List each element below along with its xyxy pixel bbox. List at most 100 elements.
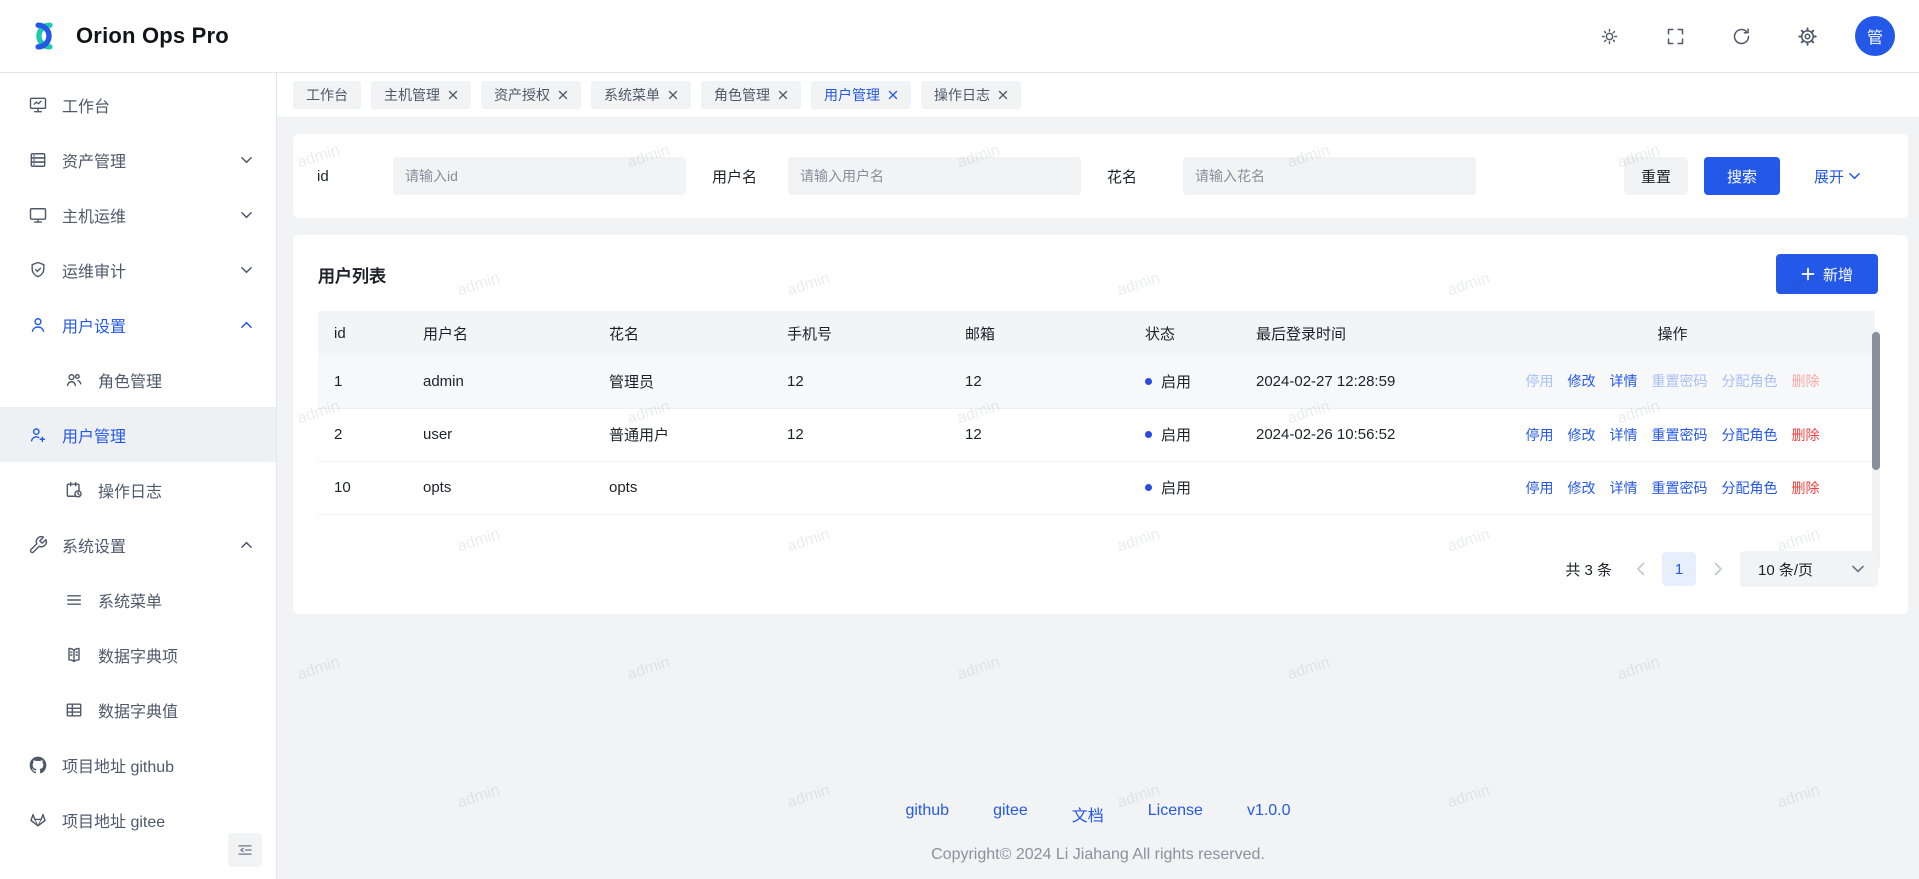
tab-label: 工作台	[306, 85, 348, 105]
id-input[interactable]	[393, 157, 686, 195]
disable-link[interactable]: 停用	[1526, 425, 1554, 445]
col-phone: 手机号	[771, 311, 949, 355]
tab-asset-authorization[interactable]: 资产授权	[481, 81, 581, 109]
tab-role-management[interactable]: 角色管理	[701, 81, 801, 109]
user-avatar[interactable]: 管	[1855, 16, 1895, 56]
sidebar-collapse-button[interactable]	[228, 833, 262, 867]
sidebar-item-label: 用户管理	[62, 423, 126, 447]
col-nickname: 花名	[593, 311, 771, 355]
logo-icon	[24, 16, 64, 56]
detail-link[interactable]: 详情	[1610, 371, 1638, 391]
refresh-icon[interactable]	[1723, 18, 1759, 54]
cell-phone: 12	[771, 355, 949, 408]
pagination-total: 共 3 条	[1565, 559, 1612, 580]
close-icon[interactable]	[668, 90, 678, 100]
tab-host-management[interactable]: 主机管理	[371, 81, 471, 109]
close-icon[interactable]	[998, 90, 1008, 100]
sidebar-item-label: 操作日志	[98, 478, 162, 502]
username-field-label: 用户名	[712, 166, 788, 187]
table-icon	[64, 700, 84, 720]
table-row: 10 opts opts 启用 停用 修改 详情 重置密码	[318, 461, 1875, 514]
nickname-input[interactable]	[1183, 157, 1476, 195]
disable-link[interactable]: 停用	[1526, 371, 1554, 391]
sidebar-item-system-menu[interactable]: 系统菜单	[0, 572, 276, 627]
disable-link[interactable]: 停用	[1526, 478, 1554, 498]
sidebar-item-audit[interactable]: 运维审计	[0, 242, 276, 297]
close-icon[interactable]	[778, 90, 788, 100]
tab-operation-log[interactable]: 操作日志	[921, 81, 1021, 109]
close-icon[interactable]	[888, 90, 898, 100]
footer-link-github[interactable]: github	[905, 802, 949, 826]
detail-link[interactable]: 详情	[1610, 425, 1638, 445]
reset-password-link[interactable]: 重置密码	[1652, 371, 1708, 391]
tab-workbench[interactable]: 工作台	[293, 81, 361, 109]
reset-password-link[interactable]: 重置密码	[1652, 425, 1708, 445]
sidebar-item-assets[interactable]: 资产管理	[0, 132, 276, 187]
expand-toggle[interactable]: 展开	[1814, 166, 1860, 187]
header-actions: 管	[1591, 16, 1895, 56]
page-number-1[interactable]: 1	[1662, 552, 1696, 586]
edit-link[interactable]: 修改	[1568, 371, 1596, 391]
user-list-card: 用户列表 新增 id 用户名 花名 手机号 邮箱	[293, 235, 1908, 614]
delete-link[interactable]: 删除	[1792, 371, 1820, 391]
assign-role-link[interactable]: 分配角色	[1722, 478, 1778, 498]
edit-link[interactable]: 修改	[1568, 425, 1596, 445]
settings-gear-icon[interactable]	[1789, 18, 1825, 54]
reset-password-link[interactable]: 重置密码	[1652, 478, 1708, 498]
chevron-up-icon	[241, 541, 252, 549]
scrollbar-thumb[interactable]	[1872, 332, 1880, 470]
cell-id: 10	[318, 461, 407, 514]
edit-link[interactable]: 修改	[1568, 478, 1596, 498]
footer-link-license[interactable]: License	[1148, 802, 1203, 826]
theme-brightness-icon[interactable]	[1591, 18, 1627, 54]
search-form-card: id 用户名 花名 重置 搜索 展开	[293, 134, 1908, 218]
status-text: 启用	[1161, 371, 1191, 392]
col-id: id	[318, 311, 407, 355]
sidebar-item-dict-item[interactable]: 数据字典项	[0, 627, 276, 682]
sidebar-item-role-management[interactable]: 角色管理	[0, 352, 276, 407]
close-icon[interactable]	[558, 90, 568, 100]
sidebar-item-workbench[interactable]: 工作台	[0, 77, 276, 132]
chevron-down-icon	[1849, 172, 1860, 180]
sidebar-item-label: 资产管理	[62, 148, 126, 172]
cell-actions: 停用 修改 详情 重置密码 分配角色 删除	[1470, 461, 1875, 514]
next-page-button[interactable]	[1706, 553, 1730, 585]
search-button[interactable]: 搜索	[1704, 157, 1780, 195]
tab-user-management[interactable]: 用户管理	[811, 81, 911, 109]
main-content: id 用户名 花名 重置 搜索 展开 用户列	[277, 118, 1919, 879]
sidebar-item-system-settings[interactable]: 系统设置	[0, 517, 276, 572]
tab-label: 用户管理	[824, 85, 880, 105]
assign-role-link[interactable]: 分配角色	[1722, 425, 1778, 445]
sidebar-item-user-settings[interactable]: 用户设置	[0, 297, 276, 352]
table-row: 1 admin 管理员 12 12 启用 2024-02-27 12:28:59…	[318, 355, 1875, 408]
plus-icon	[1801, 267, 1815, 281]
footer-link-gitee[interactable]: gitee	[993, 802, 1028, 826]
delete-link[interactable]: 删除	[1792, 425, 1820, 445]
tab-system-menu[interactable]: 系统菜单	[591, 81, 691, 109]
add-user-button[interactable]: 新增	[1776, 254, 1878, 294]
cell-email: 12	[949, 355, 1129, 408]
table-scrollbar	[1872, 329, 1880, 569]
reset-button[interactable]: 重置	[1624, 157, 1688, 195]
page-size-select[interactable]: 10 条/页	[1740, 551, 1878, 587]
footer-link-docs[interactable]: 文档	[1072, 802, 1104, 826]
chevron-down-icon	[241, 266, 252, 274]
cell-email	[949, 461, 1129, 514]
sidebar-item-user-management[interactable]: 用户管理	[0, 407, 276, 462]
prev-page-button[interactable]	[1628, 553, 1652, 585]
sidebar-item-operation-log[interactable]: 操作日志	[0, 462, 276, 517]
sidebar-item-dict-value[interactable]: 数据字典值	[0, 682, 276, 737]
delete-link[interactable]: 删除	[1792, 478, 1820, 498]
detail-link[interactable]: 详情	[1610, 478, 1638, 498]
footer-link-version[interactable]: v1.0.0	[1247, 802, 1291, 826]
username-input[interactable]	[788, 157, 1081, 195]
status-text: 启用	[1161, 477, 1191, 498]
close-icon[interactable]	[448, 90, 458, 100]
tab-label: 资产授权	[494, 85, 550, 105]
sidebar-item-github-link[interactable]: 项目地址 github	[0, 737, 276, 792]
copyright-text: Copyright© 2024 Li Jiahang All rights re…	[277, 846, 1919, 864]
sidebar-item-host-ops[interactable]: 主机运维	[0, 187, 276, 242]
fullscreen-icon[interactable]	[1657, 18, 1693, 54]
assign-role-link[interactable]: 分配角色	[1722, 371, 1778, 391]
sidebar-item-label: 数据字典值	[98, 698, 178, 722]
